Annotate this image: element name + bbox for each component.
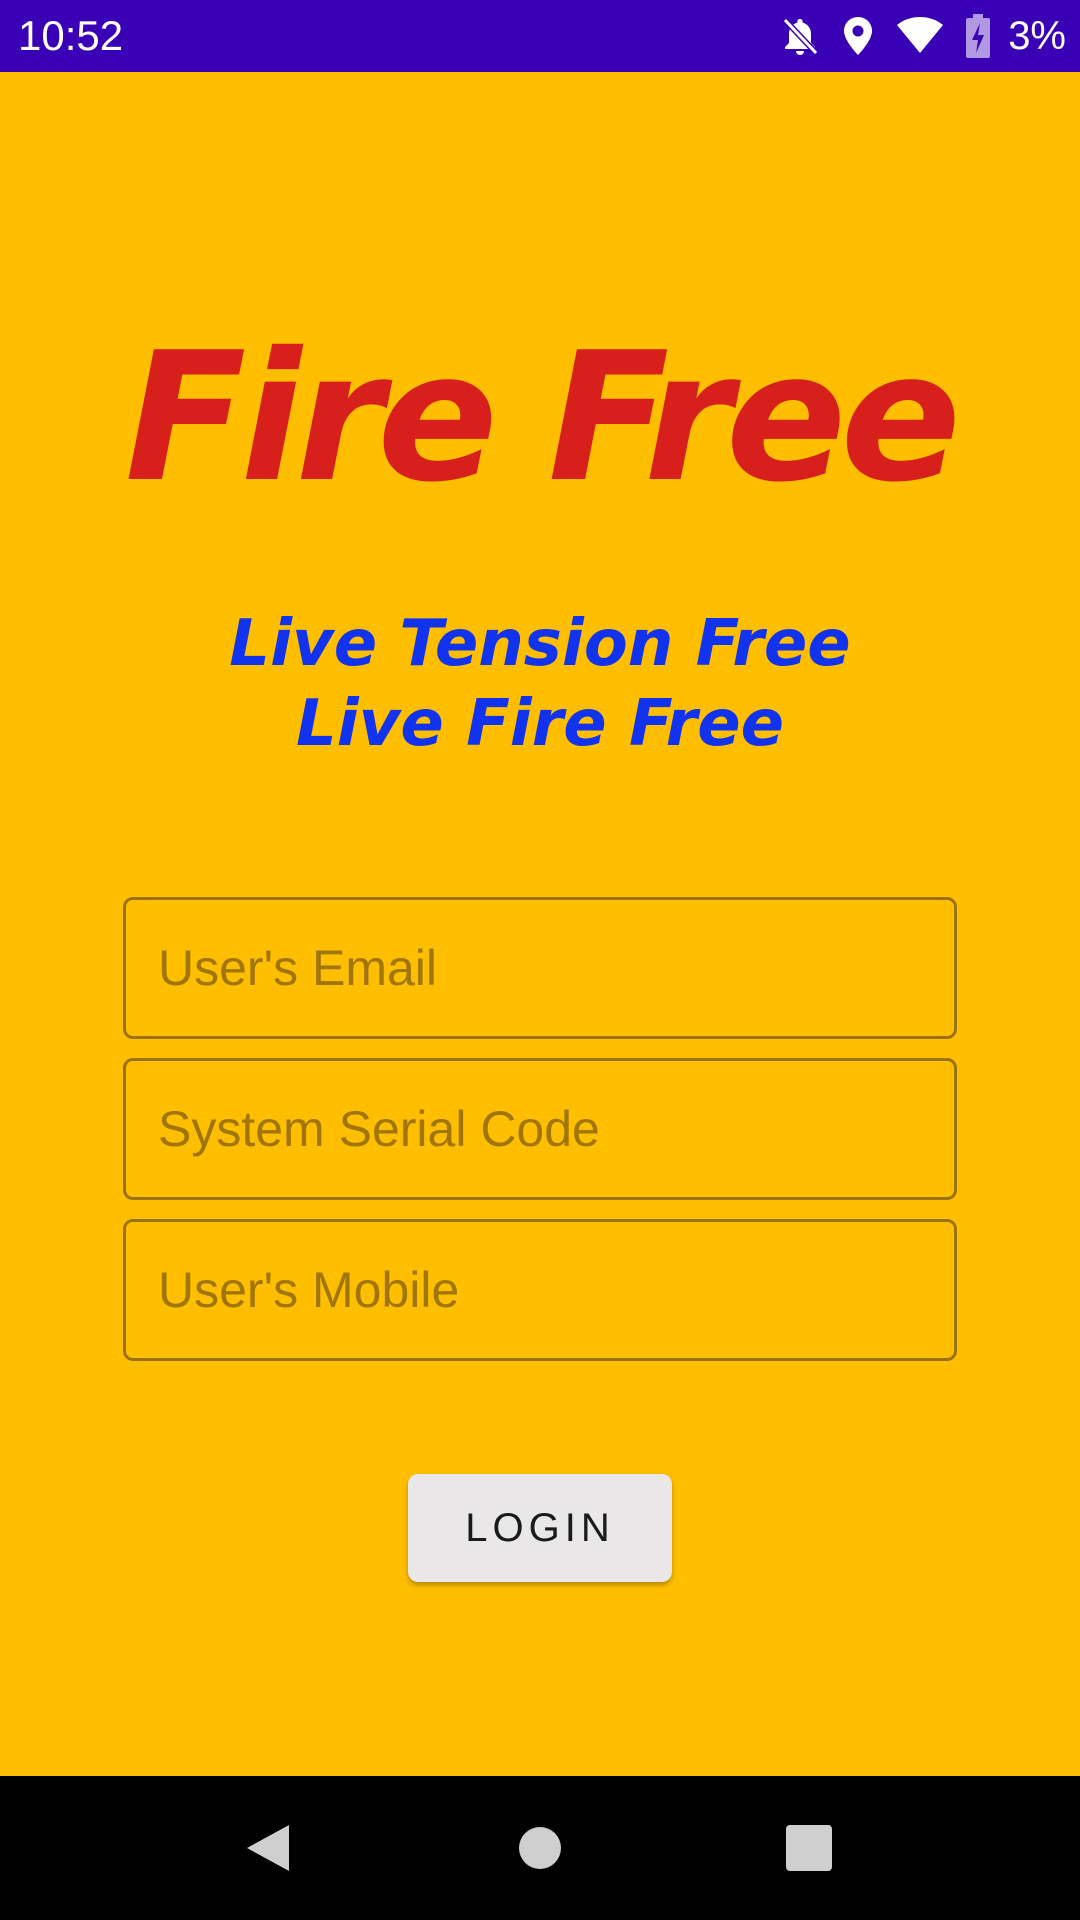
app-title: Fire Free [124,314,961,521]
mobile-field[interactable] [126,1222,954,1358]
recents-icon[interactable] [783,1822,835,1874]
status-bar: 10:52 3% [0,0,1080,72]
serial-code-field[interactable] [126,1061,954,1197]
wifi-icon [896,17,944,55]
back-icon[interactable] [242,1822,294,1874]
tagline-line-1: Live Tension Free [229,607,851,681]
login-screen: 10:52 3% Fire Free Live Tension Free Liv… [0,0,1080,1920]
serial-code-field-container [123,1058,957,1200]
battery-charging-icon [966,14,991,58]
mobile-field-container [123,1219,957,1361]
email-field-container [123,897,957,1039]
status-time: 10:52 [18,12,124,59]
login-button[interactable]: LOGIN [408,1474,672,1582]
location-icon [842,15,874,57]
notifications-off-icon [780,15,820,57]
battery-percent: 3% [1008,13,1066,58]
tagline-line-2: Live Fire Free [295,687,785,761]
email-field[interactable] [126,900,954,1036]
status-icons: 3% [758,10,1066,62]
home-icon[interactable] [514,1822,566,1874]
